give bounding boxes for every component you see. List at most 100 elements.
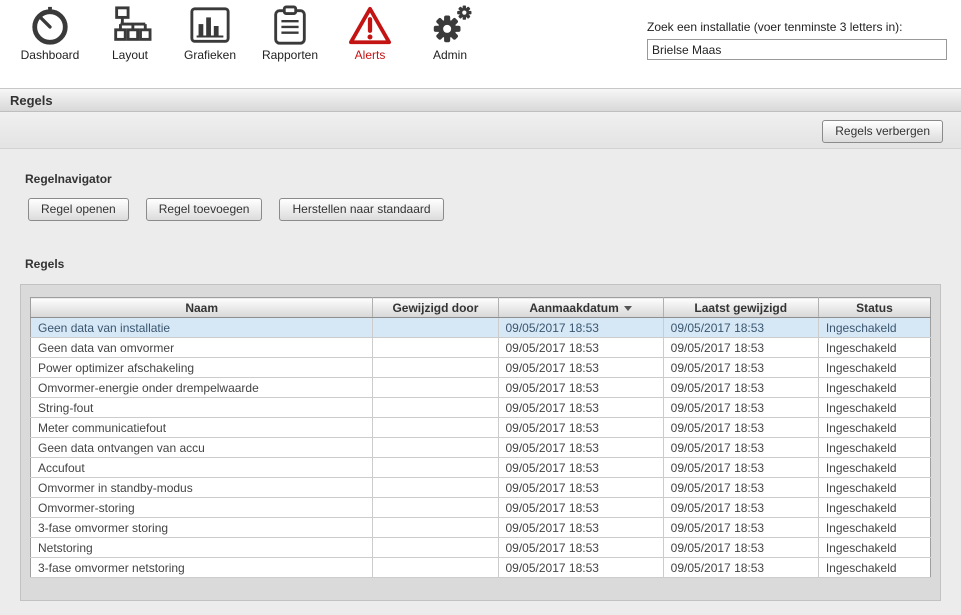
table-cell: 09/05/2017 18:53 <box>498 497 664 518</box>
table-cell: Ingeschakeld <box>818 317 931 338</box>
panel-title: Regels <box>0 89 961 112</box>
column-header-aanmaakdatum-label: Aanmaakdatum <box>529 300 619 315</box>
table-cell: 09/05/2017 18:53 <box>663 417 819 438</box>
table-cell: Accufout <box>30 457 374 478</box>
table-cell: 09/05/2017 18:53 <box>663 377 819 398</box>
rules-table-container: Naam Gewijzigd door Aanmaakdatum Laatst … <box>20 284 941 601</box>
table-row[interactable]: Netstoring 09/05/2017 18:53 09/05/2017 18:… <box>30 537 931 558</box>
table-cell: 09/05/2017 18:53 <box>663 357 819 378</box>
table-cell: Ingeschakeld <box>818 337 931 358</box>
table-row[interactable]: Accufout 09/05/2017 18:53 09/05/2017 18:53… <box>30 457 931 478</box>
table-row[interactable]: Geen data van omvormer 09/05/2017 18:53 09… <box>30 337 931 358</box>
add-rule-button[interactable]: Regel toevoegen <box>145 198 263 221</box>
table-cell: 09/05/2017 18:53 <box>663 537 819 558</box>
table-row[interactable]: Omvormer-storing 09/05/2017 18:53 09/05/20… <box>30 497 931 518</box>
rules-panel: Regels Regels verbergen Regelnavigator R… <box>0 88 961 615</box>
column-header-aanmaakdatum[interactable]: Aanmaakdatum <box>498 297 664 318</box>
table-cell: Geen data van installatie <box>30 317 374 338</box>
table-cell: 09/05/2017 18:53 <box>663 517 819 538</box>
column-header-naam[interactable]: Naam <box>30 297 374 318</box>
table-row[interactable]: Omvormer-energie onder drempelwaarde 09/0… <box>30 377 931 398</box>
table-cell: 3-fase omvormer storing <box>30 517 374 538</box>
nav-item-rapporten[interactable]: Rapporten <box>250 5 330 62</box>
table-cell: String-fout <box>30 397 374 418</box>
table-cell: 09/05/2017 18:53 <box>663 477 819 498</box>
table-cell: Omvormer in standby-modus <box>30 477 374 498</box>
nav-label-rapporten: Rapporten <box>261 48 319 62</box>
nav-label-grafieken: Grafieken <box>183 48 237 62</box>
table-header-row: Naam Gewijzigd door Aanmaakdatum Laatst … <box>30 297 931 318</box>
main-nav: Dashboard Layout Grafieken Rapporten Ale… <box>10 5 490 62</box>
table-cell: 3-fase omvormer netstoring <box>30 557 374 578</box>
table-cell: 09/05/2017 18:53 <box>498 477 664 498</box>
nav-item-layout[interactable]: Layout <box>90 5 170 62</box>
gear-icon <box>410 5 490 47</box>
nav-item-alerts[interactable]: Alerts <box>330 5 410 62</box>
table-cell: 09/05/2017 18:53 <box>663 397 819 418</box>
nav-item-grafieken[interactable]: Grafieken <box>170 5 250 62</box>
table-cell: Geen data van omvormer <box>30 337 374 358</box>
table-cell <box>372 437 499 458</box>
rules-table: Naam Gewijzigd door Aanmaakdatum Laatst … <box>30 297 931 578</box>
table-cell: Ingeschakeld <box>818 497 931 518</box>
nav-label-alerts: Alerts <box>354 48 386 62</box>
table-cell: Power optimizer afschakeling <box>30 357 374 378</box>
table-cell: 09/05/2017 18:53 <box>663 557 819 578</box>
table-cell: Meter communicatiefout <box>30 417 374 438</box>
table-cell <box>372 357 499 378</box>
panel-toolbar: Regels verbergen <box>0 112 961 149</box>
table-cell: 09/05/2017 18:53 <box>498 357 664 378</box>
table-cell <box>372 457 499 478</box>
table-cell <box>372 337 499 358</box>
table-row[interactable]: Power optimizer afschakeling 09/05/2017 1… <box>30 357 931 378</box>
layout-tree-icon <box>90 5 170 47</box>
table-cell: Ingeschakeld <box>818 457 931 478</box>
alert-triangle-icon <box>330 5 410 47</box>
table-cell <box>372 477 499 498</box>
rule-navigator-title: Regelnavigator <box>25 172 112 186</box>
nav-label-admin: Admin <box>432 48 467 62</box>
hide-rules-button[interactable]: Regels verbergen <box>822 120 943 143</box>
column-header-gewijzigd-door[interactable]: Gewijzigd door <box>372 297 499 318</box>
table-cell: 09/05/2017 18:53 <box>498 337 664 358</box>
column-header-laatst-gewijzigd[interactable]: Laatst gewijzigd <box>663 297 819 318</box>
nav-item-admin[interactable]: Admin <box>410 5 490 62</box>
table-cell: Ingeschakeld <box>818 437 931 458</box>
nav-item-dashboard[interactable]: Dashboard <box>10 5 90 62</box>
table-cell: Ingeschakeld <box>818 377 931 398</box>
table-row[interactable]: Geen data van installatie 09/05/2017 18:5… <box>30 317 931 338</box>
table-cell: 09/05/2017 18:53 <box>663 317 819 338</box>
table-cell: Ingeschakeld <box>818 537 931 558</box>
table-cell: Omvormer-energie onder drempelwaarde <box>30 377 374 398</box>
table-cell <box>372 517 499 538</box>
table-cell: 09/05/2017 18:53 <box>663 457 819 478</box>
open-rule-button[interactable]: Regel openen <box>28 198 129 221</box>
table-cell <box>372 397 499 418</box>
table-cell: Netstoring <box>30 537 374 558</box>
table-row[interactable]: String-fout 09/05/2017 18:53 09/05/2017 18… <box>30 397 931 418</box>
table-cell: 09/05/2017 18:53 <box>498 557 664 578</box>
table-row[interactable]: 3-fase omvormer storing 09/05/2017 18:53 0… <box>30 517 931 538</box>
table-cell: 09/05/2017 18:53 <box>663 337 819 358</box>
table-cell: 09/05/2017 18:53 <box>498 537 664 558</box>
table-cell <box>372 497 499 518</box>
column-header-status[interactable]: Status <box>818 297 931 318</box>
table-row[interactable]: Geen data ontvangen van accu 09/05/2017 1… <box>30 437 931 458</box>
table-cell <box>372 317 499 338</box>
table-cell: 09/05/2017 18:53 <box>498 417 664 438</box>
gauge-icon <box>10 5 90 47</box>
nav-label-layout: Layout <box>111 48 149 62</box>
table-row[interactable]: 3-fase omvormer netstoring 09/05/2017 18:… <box>30 557 931 578</box>
table-row[interactable]: Omvormer in standby-modus 09/05/2017 18:5… <box>30 477 931 498</box>
search-input[interactable] <box>647 39 947 60</box>
table-row[interactable]: Meter communicatiefout 09/05/2017 18:53 09… <box>30 417 931 438</box>
clipboard-icon <box>250 5 330 47</box>
table-cell: Ingeschakeld <box>818 397 931 418</box>
search-label: Zoek een installatie (voer tenminste 3 l… <box>647 20 903 34</box>
table-cell: 09/05/2017 18:53 <box>498 317 664 338</box>
table-cell <box>372 417 499 438</box>
table-cell: 09/05/2017 18:53 <box>498 517 664 538</box>
restore-defaults-button[interactable]: Herstellen naar standaard <box>279 198 444 221</box>
table-cell: Omvormer-storing <box>30 497 374 518</box>
table-cell: 09/05/2017 18:53 <box>663 497 819 518</box>
